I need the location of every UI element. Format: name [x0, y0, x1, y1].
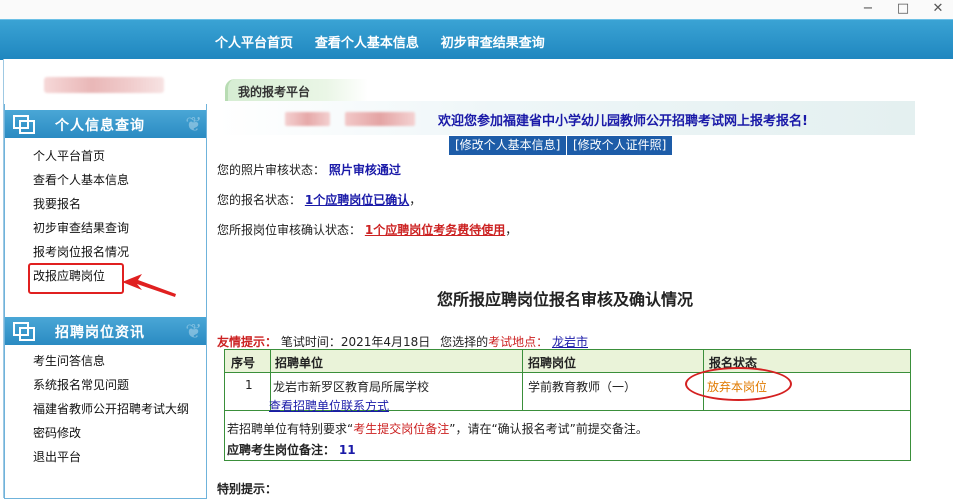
special-tip: 特别提示： — [217, 482, 278, 496]
windows-icon — [13, 115, 35, 134]
unit-contact-link[interactable]: 查看招聘单位联系方式 — [269, 397, 389, 414]
highlight-ellipse — [685, 367, 792, 401]
sidebar-item-basic-info[interactable]: 查看个人基本信息 — [33, 168, 129, 192]
sidebar-item-position-status[interactable]: 报考岗位报名情况 — [33, 240, 129, 264]
close-icon[interactable]: ✕ — [928, 1, 948, 16]
section-title: 招聘岗位资讯 — [55, 325, 145, 341]
modify-photo-button[interactable]: [修改个人证件照] — [567, 136, 673, 155]
sidebar-item-apply[interactable]: 我要报名 — [33, 192, 129, 216]
remark-line: 应聘考生岗位备注： 11 — [227, 443, 356, 457]
blurred-name — [285, 112, 330, 126]
windows-icon — [13, 322, 35, 341]
topnav-basic-info[interactable]: 查看个人基本信息 — [315, 36, 419, 51]
leaf-decoration-icon: ❦ — [185, 112, 202, 136]
restore-icon[interactable]: □ — [893, 1, 913, 16]
photo-status-line: 您的照片审核状态： 照片审核通过 — [217, 163, 401, 177]
sidebar-item-faq[interactable]: 系统报名常见问题 — [33, 373, 189, 397]
position-table: 序号 招聘单位 招聘岗位 报名状态 1 龙岩市新罗区教育局所属学校 查看招聘单位… — [224, 349, 911, 461]
topnav-review-result[interactable]: 初步审查结果查询 — [441, 36, 545, 51]
apply-status-line: 您的报名状态： 1个应聘岗位已确认， — [217, 193, 422, 207]
blurred-username — [44, 77, 164, 93]
sidebar-item-password[interactable]: 密码修改 — [33, 421, 189, 445]
welcome-text: 欢迎您参加福建省中小学幼儿园教师公开招聘考试网上报考报名! — [438, 114, 808, 129]
section-title: 个人信息查询 — [55, 118, 145, 134]
platform-tab: 我的报考平台 — [225, 79, 368, 101]
tab-label: 我的报考平台 — [238, 85, 311, 99]
apply-status-link[interactable]: 1个应聘岗位已确认 — [305, 193, 409, 207]
section-header-recruit-info: 招聘岗位资讯 ❦ — [5, 317, 206, 345]
sidebar-item-review-result[interactable]: 初步审查结果查询 — [33, 216, 129, 240]
row-unit: 龙岩市新罗区教育局所属学校 — [273, 380, 430, 394]
photo-status-value: 照片审核通过 — [328, 163, 401, 177]
location-link[interactable]: 龙岩市 — [552, 335, 588, 349]
section-header-personal-info: 个人信息查询 ❦ — [5, 110, 206, 138]
topnav-home[interactable]: 个人平台首页 — [215, 36, 293, 51]
recruit-info-menu: 考生问答信息 系统报名常见问题 福建省教师公开招聘考试大纲 密码修改 退出平台 — [33, 349, 189, 469]
sidebar-item-qa[interactable]: 考生问答信息 — [33, 349, 189, 373]
window-titlebar: − □ ✕ — [0, 0, 953, 19]
blurred-name — [345, 112, 415, 126]
position-status-line: 您所报岗位审核确认状态： 1个应聘岗位考务费待使用， — [217, 223, 518, 237]
highlight-box — [28, 263, 124, 294]
top-nav-bar: 个人平台首页 查看个人基本信息 初步审查结果查询 — [0, 19, 953, 60]
remark-value: 11 — [338, 443, 356, 457]
tip-line: 友情提示： 笔试时间：2021年4月18日 您选择的考试地点： 龙岩市 — [217, 335, 588, 349]
row-index: 1 — [245, 378, 253, 392]
sidebar-item-logout[interactable]: 退出平台 — [33, 445, 189, 469]
section-heading: 您所报应聘岗位报名审核及确认情况 — [437, 290, 694, 309]
red-arrow-icon — [122, 274, 176, 297]
row-position: 学前教育教师（一） — [528, 380, 637, 394]
position-status-link[interactable]: 1个应聘岗位考务费待使用 — [365, 223, 505, 237]
sidebar-item-syllabus[interactable]: 福建省教师公开招聘考试大纲 — [33, 397, 189, 421]
sidebar-item-home[interactable]: 个人平台首页 — [33, 144, 129, 168]
leaf-decoration-icon: ❦ — [185, 319, 202, 343]
col-unit-header: 招聘单位 — [275, 356, 324, 370]
modify-info-button[interactable]: [修改个人基本信息] — [449, 136, 567, 155]
table-note: 若招聘单位有特别要求“考生提交岗位备注”，请在“确认报名考试”前提交备注。 — [227, 422, 648, 436]
col-index-header: 序号 — [231, 356, 256, 370]
minimize-icon[interactable]: − — [858, 1, 878, 16]
col-position-header: 招聘岗位 — [528, 356, 577, 370]
